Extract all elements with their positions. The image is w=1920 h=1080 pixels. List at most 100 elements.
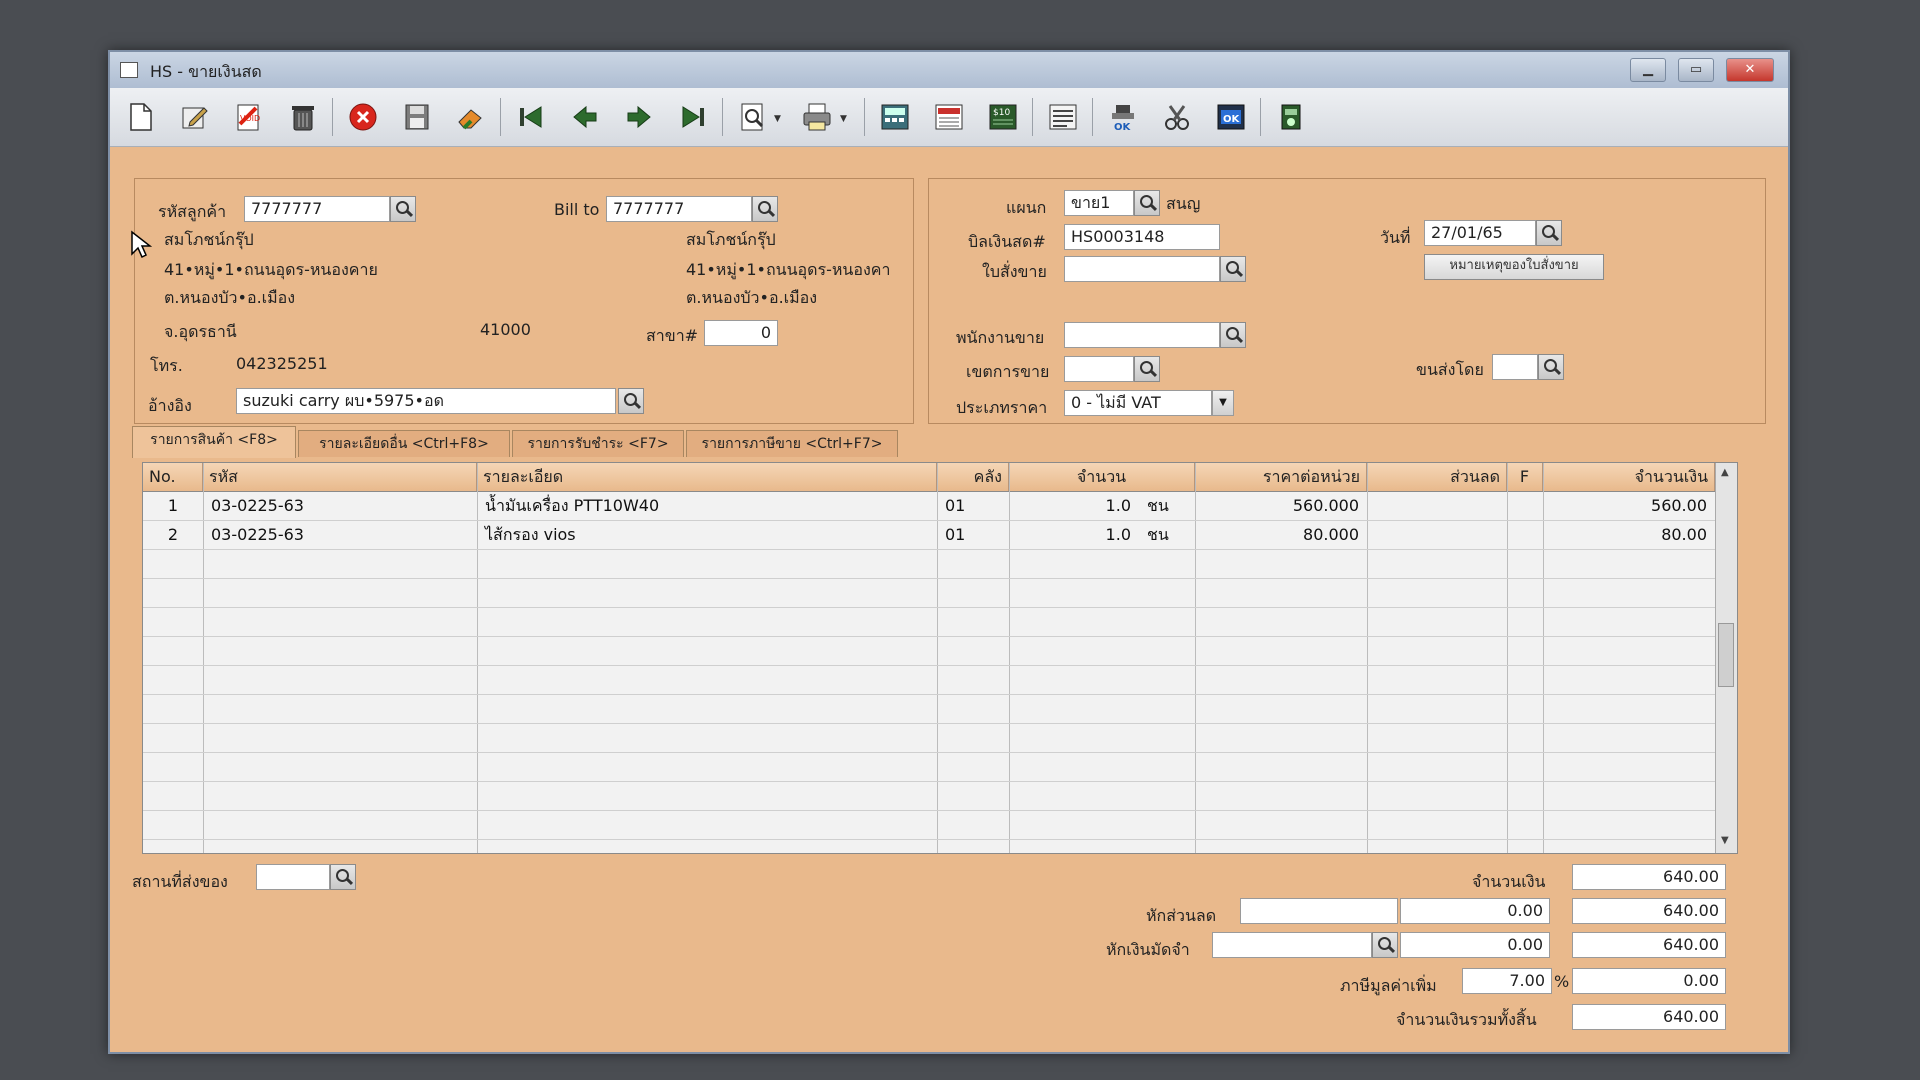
preview-dropdown-icon[interactable]: ▼	[774, 114, 781, 124]
row-code: 03-0225-63	[211, 525, 304, 544]
grand-total-value: 640.00	[1572, 1004, 1726, 1030]
sales-order-search-icon[interactable]	[1220, 256, 1246, 282]
salesman-search-icon[interactable]	[1220, 322, 1246, 348]
col-unit-price[interactable]: ราคาต่อหน่วย	[1195, 463, 1367, 491]
grid-scrollbar[interactable]: ▲ ▼	[1715, 463, 1737, 853]
row-description: ไส้กรอง vios	[485, 525, 576, 544]
last-record-icon[interactable]	[676, 100, 710, 134]
discount-input[interactable]	[1240, 898, 1398, 924]
scroll-thumb[interactable]	[1718, 623, 1734, 687]
vat-label: ภาษีมูลค่าเพิ่ม	[1340, 976, 1437, 995]
vat-amount-value: 0.00	[1572, 968, 1726, 994]
bill-no-input[interactable]: HS0003148	[1064, 224, 1220, 250]
ship-by-input[interactable]	[1492, 354, 1538, 380]
col-quantity[interactable]: จำนวน	[1009, 463, 1195, 491]
ship-by-search-icon[interactable]	[1538, 354, 1564, 380]
ok-icon[interactable]: OK	[1214, 100, 1248, 134]
tab-items[interactable]: รายการสินค้า <F8>	[132, 426, 296, 458]
row-unit: ชน	[1147, 525, 1169, 544]
bill-to-name: สมโภชน์กรุ๊ป	[686, 230, 776, 249]
col-code[interactable]: รหัส	[203, 463, 477, 491]
first-record-icon[interactable]	[514, 100, 548, 134]
window-title: HS - ขายเงินสด	[150, 62, 262, 81]
maximize-button[interactable]: ▭	[1678, 58, 1714, 82]
cancel-icon[interactable]	[346, 100, 380, 134]
ship-place-search-icon[interactable]	[330, 864, 356, 890]
bill-to-search-icon[interactable]	[752, 196, 778, 222]
ship-place-input[interactable]	[256, 864, 330, 890]
salesman-input[interactable]	[1064, 322, 1220, 348]
row-warehouse: 01	[945, 496, 966, 515]
tab-sales-tax[interactable]: รายการภาษีขาย <Ctrl+F7>	[686, 430, 898, 457]
scroll-up-icon[interactable]: ▲	[1721, 467, 1729, 478]
row-flag	[1507, 491, 1543, 520]
sales-zone-search-icon[interactable]	[1134, 356, 1160, 382]
document-panel	[928, 178, 1766, 424]
preview-icon[interactable]	[736, 100, 770, 134]
tab-payments[interactable]: รายการรับชำระ <F7>	[512, 430, 684, 457]
title-bar[interactable]: HS - ขายเงินสด ▁ ▭ ✕	[110, 52, 1788, 89]
void-icon[interactable]: VOID	[232, 100, 266, 134]
date-search-icon[interactable]	[1536, 220, 1562, 246]
new-document-icon[interactable]	[124, 100, 158, 134]
close-button[interactable]: ✕	[1726, 58, 1774, 82]
edit-icon[interactable]	[178, 100, 212, 134]
row-no: 1	[167, 496, 179, 515]
col-description[interactable]: รายละเอียด	[477, 463, 937, 491]
print-icon[interactable]	[800, 100, 834, 134]
ship-by-label: ขนส่งโดย	[1416, 360, 1484, 379]
scroll-down-icon[interactable]: ▼	[1721, 835, 1729, 846]
sales-zone-input[interactable]	[1064, 356, 1134, 382]
dept-label: แผนก	[1006, 198, 1047, 217]
reference-input[interactable]: suzuki carry ผบ•5975•อด	[236, 388, 616, 414]
sales-order-label: ใบสั่งขาย	[982, 262, 1047, 281]
col-discount[interactable]: ส่วนลด	[1367, 463, 1507, 491]
trash-icon[interactable]	[286, 100, 320, 134]
customer-search-icon[interactable]	[390, 196, 416, 222]
customer-code-input[interactable]: 7777777	[244, 196, 390, 222]
table-row[interactable]: 1 03-0225-63 น้ำมันเครื่อง PTT10W40 01 1…	[143, 491, 1715, 520]
col-warehouse[interactable]: คลัง	[937, 463, 1009, 491]
sales-order-input[interactable]	[1064, 256, 1220, 282]
row-code: 03-0225-63	[211, 496, 304, 515]
minimize-button[interactable]: ▁	[1630, 58, 1666, 82]
price-type-dropdown-icon[interactable]: ▼	[1212, 390, 1234, 416]
print-dropdown-icon[interactable]: ▼	[840, 114, 847, 124]
table-row[interactable]: 2 03-0225-63 ไส้กรอง vios 01 1.0 ชน 80.0…	[143, 520, 1715, 549]
svg-text:$10: $10	[993, 108, 1010, 118]
deposit-input[interactable]	[1212, 932, 1372, 958]
customer-postcode: 41000	[480, 320, 531, 339]
col-flag[interactable]: F	[1507, 463, 1543, 491]
next-record-icon[interactable]	[622, 100, 656, 134]
order-remark-button[interactable]: หมายเหตุของใบสั่งขาย	[1424, 254, 1604, 280]
printer-form-icon[interactable]	[932, 100, 966, 134]
bill-to-input[interactable]: 7777777	[606, 196, 752, 222]
vat-rate-input[interactable]: 7.00	[1462, 968, 1552, 994]
calculator-icon[interactable]	[878, 100, 912, 134]
items-grid[interactable]: No. รหัส รายละเอียด คลัง จำนวน ราคาต่อหน…	[142, 462, 1738, 854]
col-amount[interactable]: จำนวนเงิน	[1543, 463, 1715, 491]
report-icon[interactable]: $10	[986, 100, 1020, 134]
save-icon[interactable]	[400, 100, 434, 134]
exit-icon[interactable]	[1274, 100, 1308, 134]
tools-icon[interactable]	[1160, 100, 1194, 134]
grid-header: No. รหัส รายละเอียด คลัง จำนวน ราคาต่อหน…	[143, 463, 1715, 492]
date-input[interactable]: 27/01/65	[1424, 220, 1536, 246]
dept-input[interactable]: ขาย1	[1064, 190, 1134, 216]
eraser-icon[interactable]	[454, 100, 488, 134]
approve-icon[interactable]: OK	[1106, 100, 1140, 134]
reference-search-icon[interactable]	[618, 388, 644, 414]
branch-input[interactable]: 0	[704, 320, 778, 346]
deposit-search-icon[interactable]	[1372, 932, 1398, 958]
previous-record-icon[interactable]	[568, 100, 602, 134]
price-type-select[interactable]: 0 - ไม่มี VAT	[1064, 390, 1212, 416]
tab-other-details[interactable]: รายละเอียดอื่น <Ctrl+F8>	[298, 430, 510, 457]
row-no: 2	[167, 525, 179, 544]
col-no[interactable]: No.	[143, 463, 203, 491]
row-amount: 560.00	[1651, 496, 1707, 515]
dept-search-icon[interactable]	[1134, 190, 1160, 216]
document-list-icon[interactable]	[1046, 100, 1080, 134]
row-discount	[1367, 520, 1507, 549]
branch-label: สาขา#	[646, 326, 699, 345]
bill-to-address2: ต.หนองบัว•อ.เมือง	[686, 288, 818, 307]
